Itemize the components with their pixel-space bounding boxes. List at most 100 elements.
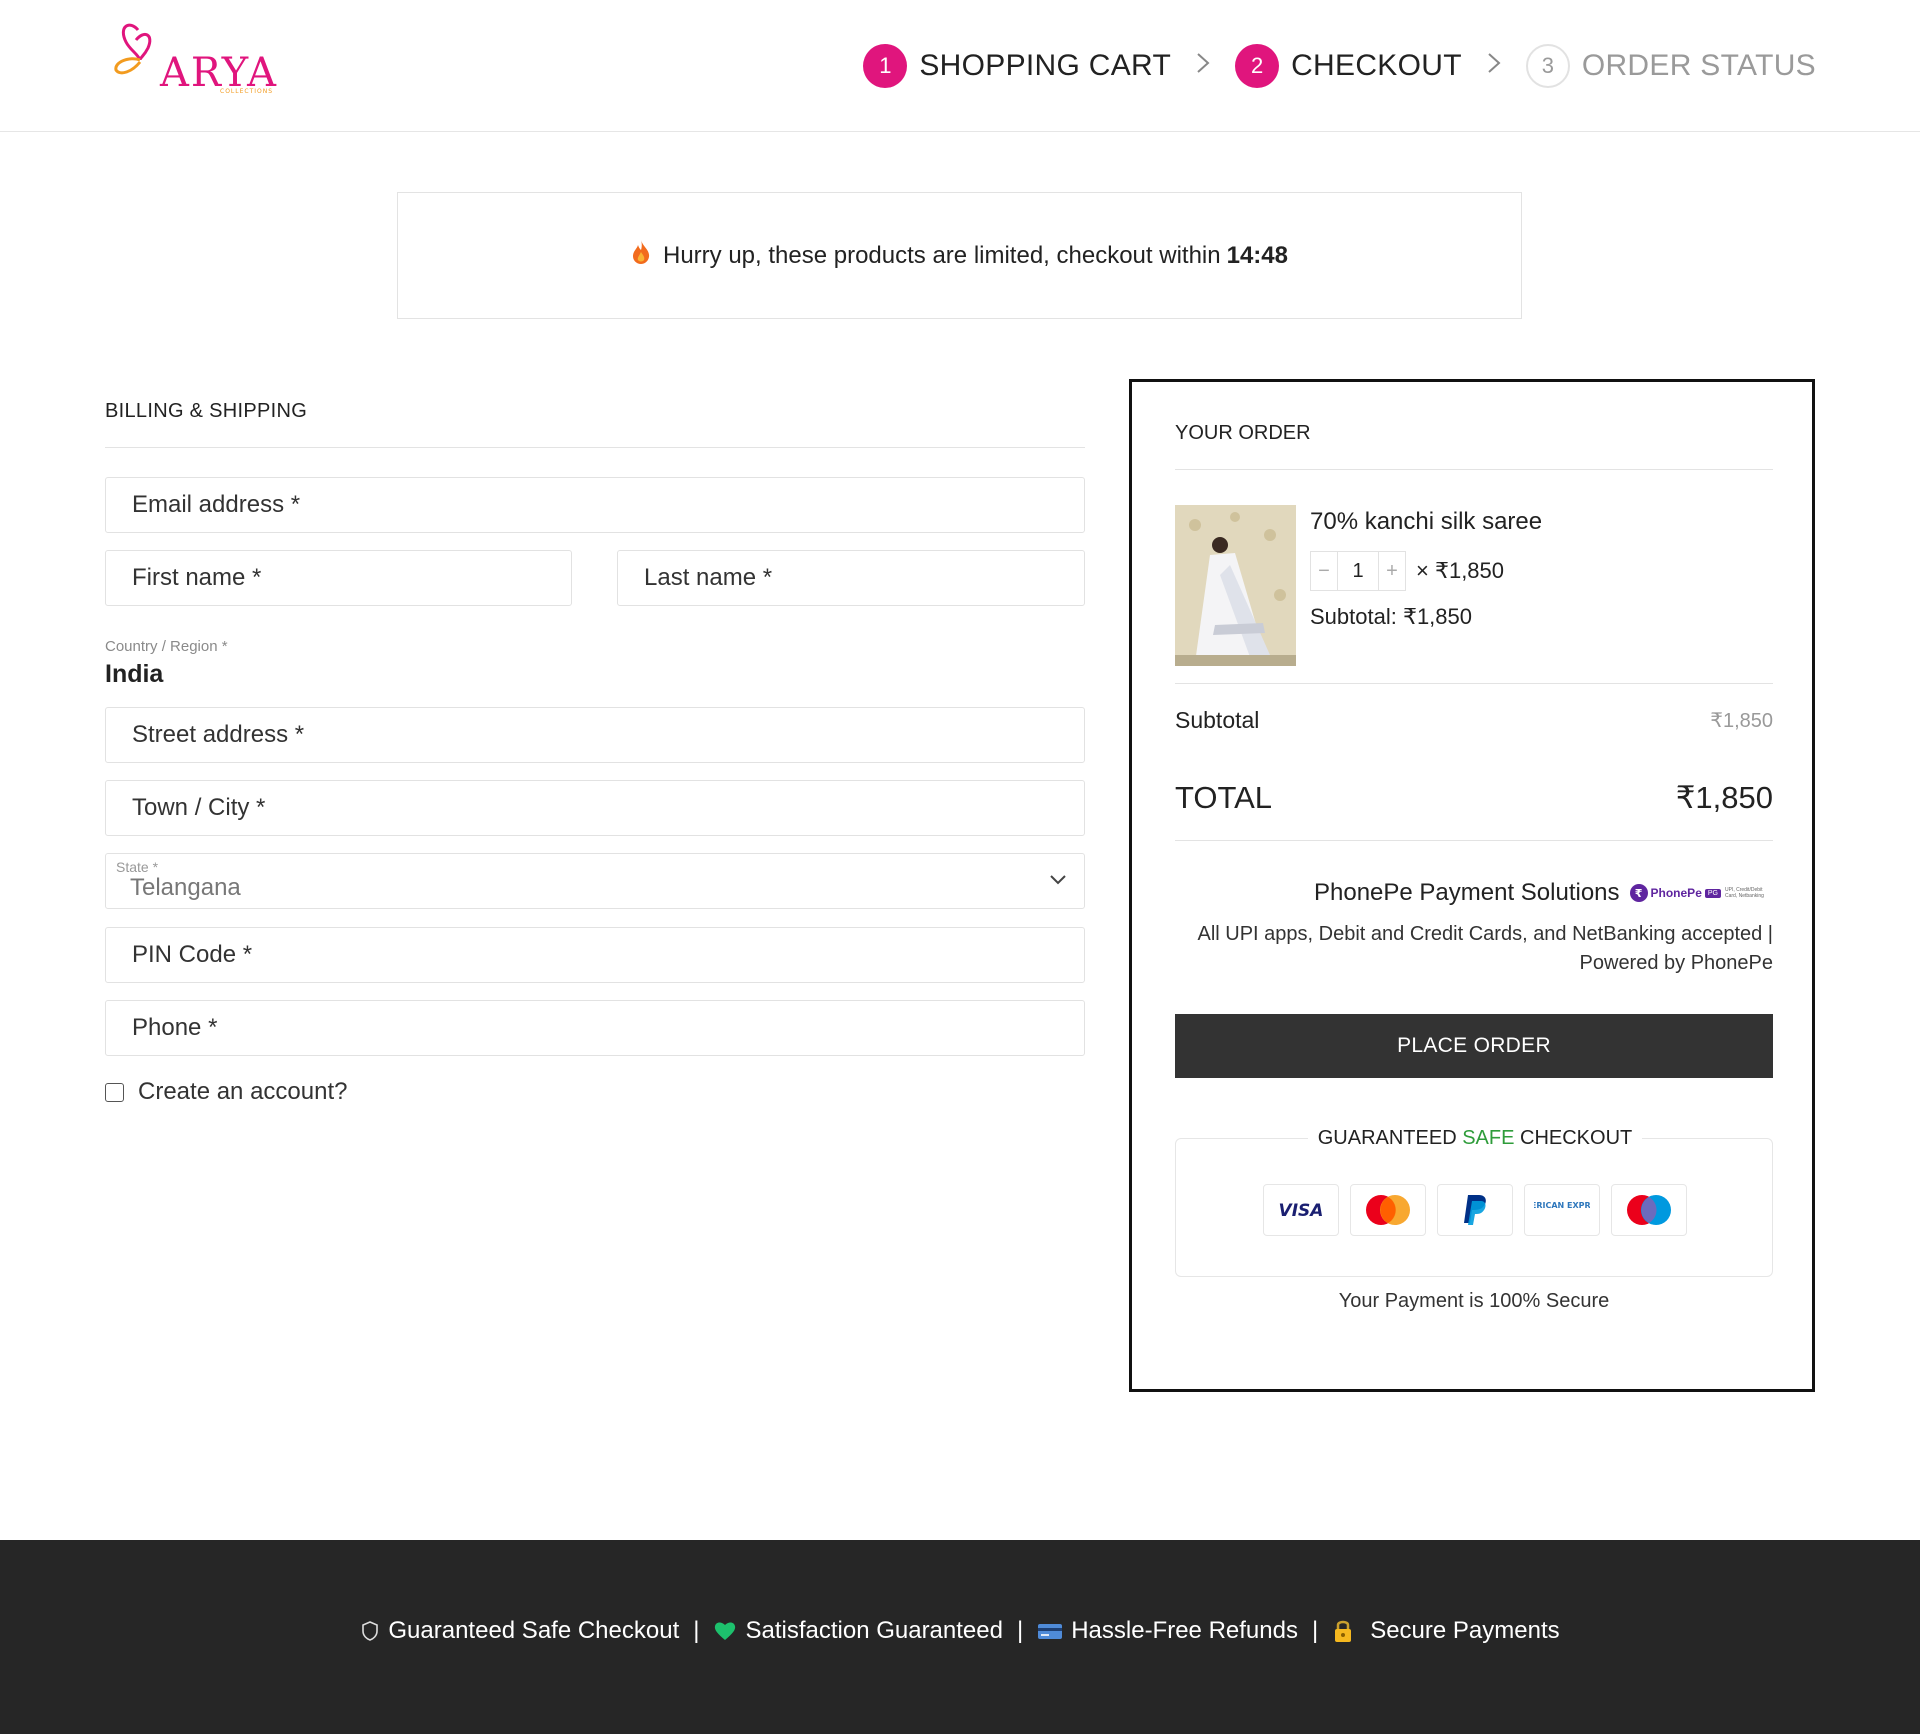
divider: [1175, 840, 1773, 841]
brand-logo[interactable]: ARYA COLLECTIONS: [110, 20, 285, 96]
product-image[interactable]: [1175, 505, 1296, 666]
line-subtotal: Subtotal: ₹1,850: [1310, 604, 1473, 629]
footer-separator: |: [1016, 1617, 1024, 1644]
brand-subtitle: COLLECTIONS: [220, 88, 274, 95]
maestro-icon: [1611, 1184, 1687, 1236]
quantity-stepper: − 1 +: [1310, 551, 1406, 591]
pin-code-placeholder: PIN Code *: [132, 941, 253, 968]
banner-text: Hurry up, these products are limited, ch…: [663, 241, 1221, 269]
country-value: India: [105, 660, 164, 688]
step-shopping-cart[interactable]: 1 SHOPPING CART: [863, 44, 1171, 88]
payment-description: All UPI apps, Debit and Credit Cards, an…: [1197, 923, 1773, 974]
create-account-label: Create an account?: [138, 1078, 348, 1105]
city-field[interactable]: Town / City *: [105, 780, 1085, 836]
footer-item-secure-payments: Secure Payments: [1332, 1617, 1560, 1645]
phonepe-tag: PG: [1704, 888, 1721, 898]
city-placeholder: Town / City *: [132, 794, 266, 821]
phone-field[interactable]: Phone *: [105, 1000, 1085, 1056]
street-address-field[interactable]: Street address *: [105, 707, 1085, 763]
guarantee-suffix: CHECKOUT: [1514, 1127, 1633, 1149]
subtotal-row: Subtotal ₹1,850: [1175, 707, 1773, 734]
footer-item-refunds: Hassle-Free Refunds: [1037, 1617, 1298, 1645]
footer-label: Secure Payments: [1370, 1617, 1560, 1644]
mastercard-icon: [1350, 1184, 1426, 1236]
visa-icon: VISA: [1263, 1184, 1339, 1236]
payment-cards: VISA AMERICAN EXPRESS: [1263, 1184, 1698, 1236]
step-number: 1: [863, 44, 908, 88]
pin-code-field[interactable]: PIN Code *: [105, 927, 1085, 983]
total-row: TOTAL ₹1,850: [1175, 780, 1773, 816]
last-name-field[interactable]: Last name *: [617, 550, 1085, 606]
street-address-placeholder: Street address *: [132, 721, 305, 748]
total-value: ₹1,850: [1675, 780, 1773, 815]
step-number: 2: [1235, 44, 1280, 88]
create-account-checkbox[interactable]: [105, 1082, 124, 1102]
chevron-right-icon: [1195, 49, 1211, 83]
divider: [1175, 683, 1773, 684]
last-name-placeholder: Last name *: [644, 564, 773, 591]
phonepe-small-text: UPI, Credit/Debit Card, Netbanking: [1725, 887, 1764, 899]
decrease-quantity-button[interactable]: −: [1311, 560, 1337, 583]
place-order-button[interactable]: PLACE ORDER: [1175, 1014, 1773, 1078]
increase-quantity-button[interactable]: +: [1379, 560, 1405, 583]
payment-method-label: PhonePe Payment Solutions: [1313, 879, 1620, 906]
order-title: YOUR ORDER: [1175, 422, 1773, 470]
subtotal-value: ₹1,850: [1710, 710, 1773, 732]
amex-text: AMERICAN EXPRESS: [1534, 1201, 1590, 1210]
phone-placeholder: Phone *: [132, 1014, 218, 1041]
step-label: SHOPPING CART: [919, 49, 1172, 82]
footer-separator: |: [693, 1617, 700, 1644]
shield-icon: [360, 1620, 380, 1642]
footer-separator: |: [1311, 1617, 1319, 1644]
guarantee-prefix: GUARANTEED: [1317, 1127, 1463, 1149]
footer-item-satisfaction: Satisfaction Guaranteed: [713, 1617, 1003, 1645]
flame-icon: [631, 239, 651, 272]
phonepe-logo-text: PhonePe: [1650, 886, 1702, 900]
step-checkout[interactable]: 2 CHECKOUT: [1235, 44, 1462, 88]
guarantee-title: GUARANTEED SAFE CHECKOUT: [1176, 1127, 1774, 1150]
lock-icon: [1332, 1618, 1354, 1644]
footer-item-safe-checkout: Guaranteed Safe Checkout: [360, 1617, 679, 1645]
state-select[interactable]: State * Telangana: [105, 853, 1085, 909]
footer-trust-bar: Guaranteed Safe Checkout | Satisfaction …: [0, 1540, 1920, 1734]
billing-title: BILLING & SHIPPING: [105, 400, 1085, 448]
step-label: ORDER STATUS: [1581, 49, 1816, 82]
first-name-field[interactable]: First name *: [105, 550, 572, 606]
state-label: State *: [116, 859, 159, 875]
order-summary: YOUR ORDER 70% kanchi silk saree − 1 + ×…: [1129, 379, 1815, 1392]
create-account-option[interactable]: Create an account?: [105, 1078, 347, 1106]
footer-label: Guaranteed Safe Checkout: [388, 1617, 680, 1644]
visa-text: VISA: [1279, 1201, 1324, 1220]
quantity-input[interactable]: 1: [1337, 552, 1379, 590]
step-label: CHECKOUT: [1291, 49, 1462, 82]
product-name[interactable]: 70% kanchi silk saree: [1310, 508, 1542, 536]
subtotal-label: Subtotal: [1175, 707, 1260, 733]
first-name-placeholder: First name *: [132, 564, 262, 591]
american-express-icon: AMERICAN EXPRESS: [1524, 1184, 1600, 1236]
chevron-right-icon: [1486, 49, 1502, 83]
chevron-down-icon: [1048, 868, 1068, 897]
countdown-timer: 14:48: [1226, 241, 1288, 269]
billing-section: BILLING & SHIPPING: [105, 400, 1085, 448]
header: ARYA COLLECTIONS 1 SHOPPING CART 2 CHECK…: [0, 0, 1920, 132]
guarantee-safe: SAFE: [1462, 1127, 1515, 1149]
urgency-banner: Hurry up, these products are limited, ch…: [397, 192, 1522, 319]
phonepe-logo: ₹ PhonePe PG UPI, Credit/Debit Card, Net…: [1629, 881, 1773, 905]
step-number: 3: [1525, 44, 1570, 88]
secure-payment-note: Your Payment is 100% Secure: [1338, 1290, 1610, 1312]
guaranteed-safe-checkout: GUARANTEED SAFE CHECKOUT VISA AMERICAN E…: [1175, 1127, 1773, 1277]
email-field[interactable]: Email address *: [105, 477, 1085, 533]
heart-icon: [713, 1620, 737, 1642]
footer-label: Satisfaction Guaranteed: [745, 1617, 1003, 1644]
step-order-status[interactable]: 3 ORDER STATUS: [1525, 44, 1816, 88]
checkout-steps: 1 SHOPPING CART 2 CHECKOUT 3 ORDER STATU…: [863, 44, 1816, 88]
payment-method-option[interactable]: PhonePe Payment Solutions ₹ PhonePe PG U…: [1175, 879, 1773, 907]
quantity-stepper-row: − 1 + × ₹1,850: [1310, 550, 1504, 592]
footer-label: Hassle-Free Refunds: [1071, 1617, 1298, 1644]
email-placeholder: Email address *: [132, 491, 301, 518]
state-value: Telangana: [130, 874, 241, 901]
unit-price: × ₹1,850: [1416, 558, 1505, 583]
phonepe-icon: ₹: [1629, 884, 1648, 902]
country-label: Country / Region *: [105, 638, 228, 655]
total-label: TOTAL: [1175, 780, 1273, 815]
